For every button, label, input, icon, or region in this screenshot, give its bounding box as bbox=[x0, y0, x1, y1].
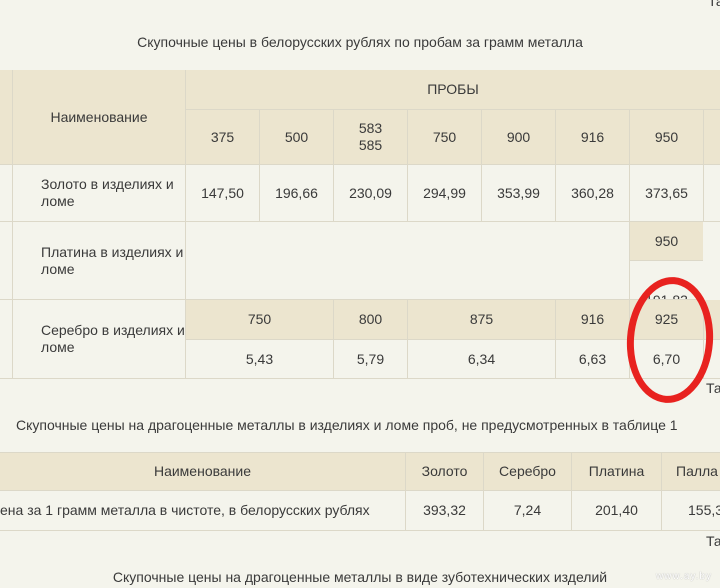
probe-header-cell: 950 bbox=[629, 110, 703, 165]
silver-price-cell: 5,79 bbox=[333, 340, 407, 379]
gold-price-cell: 294,99 bbox=[407, 165, 481, 222]
platinum-probe-cell: 950 bbox=[629, 222, 703, 261]
silver-probe-cell: 750 bbox=[185, 300, 333, 340]
name-column-header: Наименование bbox=[13, 70, 185, 165]
probe-header-cell-partial bbox=[703, 110, 720, 165]
gold-price-cell: 360,28 bbox=[555, 165, 629, 222]
row-number-cell bbox=[0, 165, 13, 222]
gold-price-cell: 353,99 bbox=[481, 165, 555, 222]
table-number-label: Та bbox=[706, 533, 720, 549]
row-number-header bbox=[0, 70, 13, 165]
gold-price-cell-partial bbox=[703, 165, 720, 222]
table3-caption: Скупочные цены на драгоценные металлы в … bbox=[112, 569, 608, 585]
silver-probe-cell: 800 bbox=[333, 300, 407, 340]
silver-price-cell: 5,43 bbox=[185, 340, 333, 379]
table2-palladium-price: 155,3 bbox=[661, 491, 720, 531]
platinum-empty-cell bbox=[185, 222, 629, 300]
table2-row-label: ена за 1 грамм металла в чистоте, в бело… bbox=[0, 491, 405, 531]
table2-silver-header: Серебро bbox=[483, 453, 571, 491]
probe-header-cell: 916 bbox=[555, 110, 629, 165]
price-table-other-probes: Наименование Золото Серебро Платина Палл… bbox=[0, 452, 720, 532]
probe-header-cell: 375 bbox=[185, 110, 259, 165]
silver-row-label: Серебро в изделиях и ломе bbox=[13, 300, 185, 379]
probe-header-cell: 750 bbox=[407, 110, 481, 165]
table2-name-header: Наименование bbox=[0, 453, 405, 491]
probes-header: ПРОБЫ bbox=[185, 70, 720, 110]
silver-probe-cell: 875 bbox=[407, 300, 555, 340]
probe-header-cell: 583 585 bbox=[333, 110, 407, 165]
table2-caption: Скупочные цены на драгоценные металлы в … bbox=[16, 417, 678, 433]
table2-silver-price: 7,24 bbox=[483, 491, 571, 531]
table2-platinum-price: 201,40 bbox=[571, 491, 661, 531]
probe-header-cell: 500 bbox=[259, 110, 333, 165]
table1-caption: Скупочные цены в белорусских рублях по п… bbox=[137, 34, 583, 50]
silver-probe-cell: 916 bbox=[555, 300, 629, 340]
gold-row-label: Золото в изделиях и ломе bbox=[13, 165, 185, 222]
table2-palladium-header: Палла bbox=[661, 453, 720, 491]
gold-price-cell: 196,66 bbox=[259, 165, 333, 222]
silver-price-cell: 6,34 bbox=[407, 340, 555, 379]
row-number-cell bbox=[0, 222, 13, 300]
platinum-row-label: Платина в изделиях и ломе bbox=[13, 222, 185, 300]
gold-price-cell: 230,09 bbox=[333, 165, 407, 222]
gold-price-cell: 147,50 bbox=[185, 165, 259, 222]
row-number-cell bbox=[0, 300, 13, 379]
site-watermark: www.ay.by bbox=[655, 571, 712, 582]
table2-platinum-header: Платина bbox=[571, 453, 661, 491]
table2-gold-price: 393,32 bbox=[405, 491, 483, 531]
table2-gold-header: Золото bbox=[405, 453, 483, 491]
price-table-by-probe: Наименование ПРОБЫ 375 500 583 585 750 9… bbox=[0, 70, 720, 380]
probe-header-cell: 900 bbox=[481, 110, 555, 165]
table-number-label: Та bbox=[708, 0, 720, 9]
silver-price-cell: 6,63 bbox=[555, 340, 629, 379]
gold-price-cell: 373,65 bbox=[629, 165, 703, 222]
table-number-label: Та bbox=[706, 380, 720, 396]
